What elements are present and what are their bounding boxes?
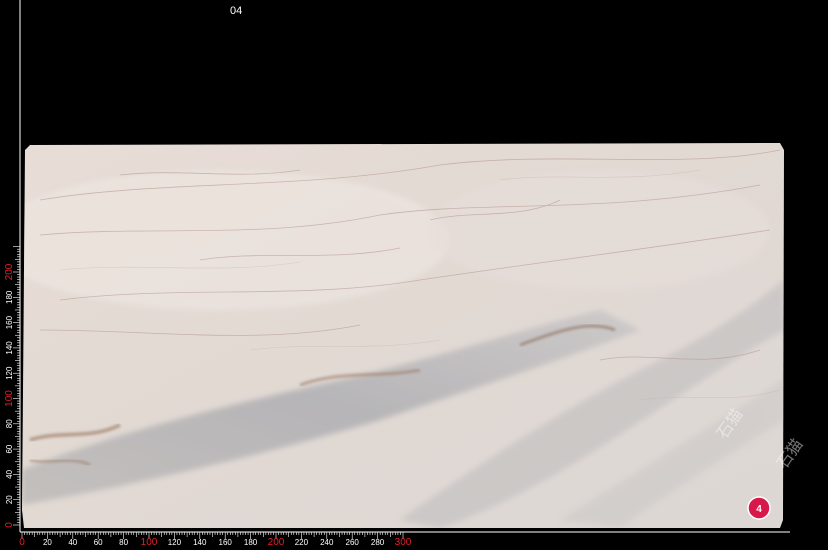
ruler-x-label: 0 <box>19 537 25 548</box>
ruler-y-label: 140 <box>5 341 14 355</box>
ruler-y-label: 80 <box>5 419 14 428</box>
ruler-x-label: 100 <box>141 537 158 548</box>
ruler-horizontal: 0 20 40 60 80 100 120 140 160 180 200 220 240 260 280 3… <box>19 531 790 548</box>
marble-slab <box>22 143 784 528</box>
ruler-x-label: 20 <box>43 538 52 547</box>
ruler-y-label: 40 <box>5 469 14 478</box>
ruler-x-label: 280 <box>371 538 385 547</box>
ruler-x-label: 300 <box>395 537 412 548</box>
ruler-y-label: 100 <box>4 390 15 407</box>
ruler-x-label: 220 <box>295 538 309 547</box>
ruler-x-label: 180 <box>244 538 258 547</box>
ruler-y-label: 120 <box>5 366 14 380</box>
ruler-y-label: 0 <box>4 522 15 528</box>
slab-photo: 04 0 20 40 60 80 100 120 140 160 180 200 0 20 40 60 80… <box>4 0 807 548</box>
ruler-y-label: 160 <box>5 315 14 329</box>
ruler-vertical: 0 20 40 60 80 100 120 140 160 180 200 <box>4 0 21 532</box>
ruler-x-label: 120 <box>168 538 182 547</box>
slab-badge: 4 <box>747 496 771 520</box>
ruler-x-label: 240 <box>320 538 334 547</box>
ruler-x-label: 200 <box>268 537 285 548</box>
ruler-y-label: 200 <box>4 263 15 280</box>
ruler-x-label: 260 <box>346 538 360 547</box>
slab-number: 04 <box>230 5 242 17</box>
ruler-x-label: 160 <box>219 538 233 547</box>
ruler-x-label: 40 <box>68 538 77 547</box>
ruler-y-label: 180 <box>5 290 14 304</box>
ruler-y-label: 20 <box>5 495 14 504</box>
ruler-x-label: 60 <box>94 538 103 547</box>
ruler-y-label: 60 <box>5 444 14 453</box>
ruler-x-label: 140 <box>193 538 207 547</box>
ruler-x-label: 80 <box>119 538 128 547</box>
badge-number: 4 <box>756 504 762 515</box>
